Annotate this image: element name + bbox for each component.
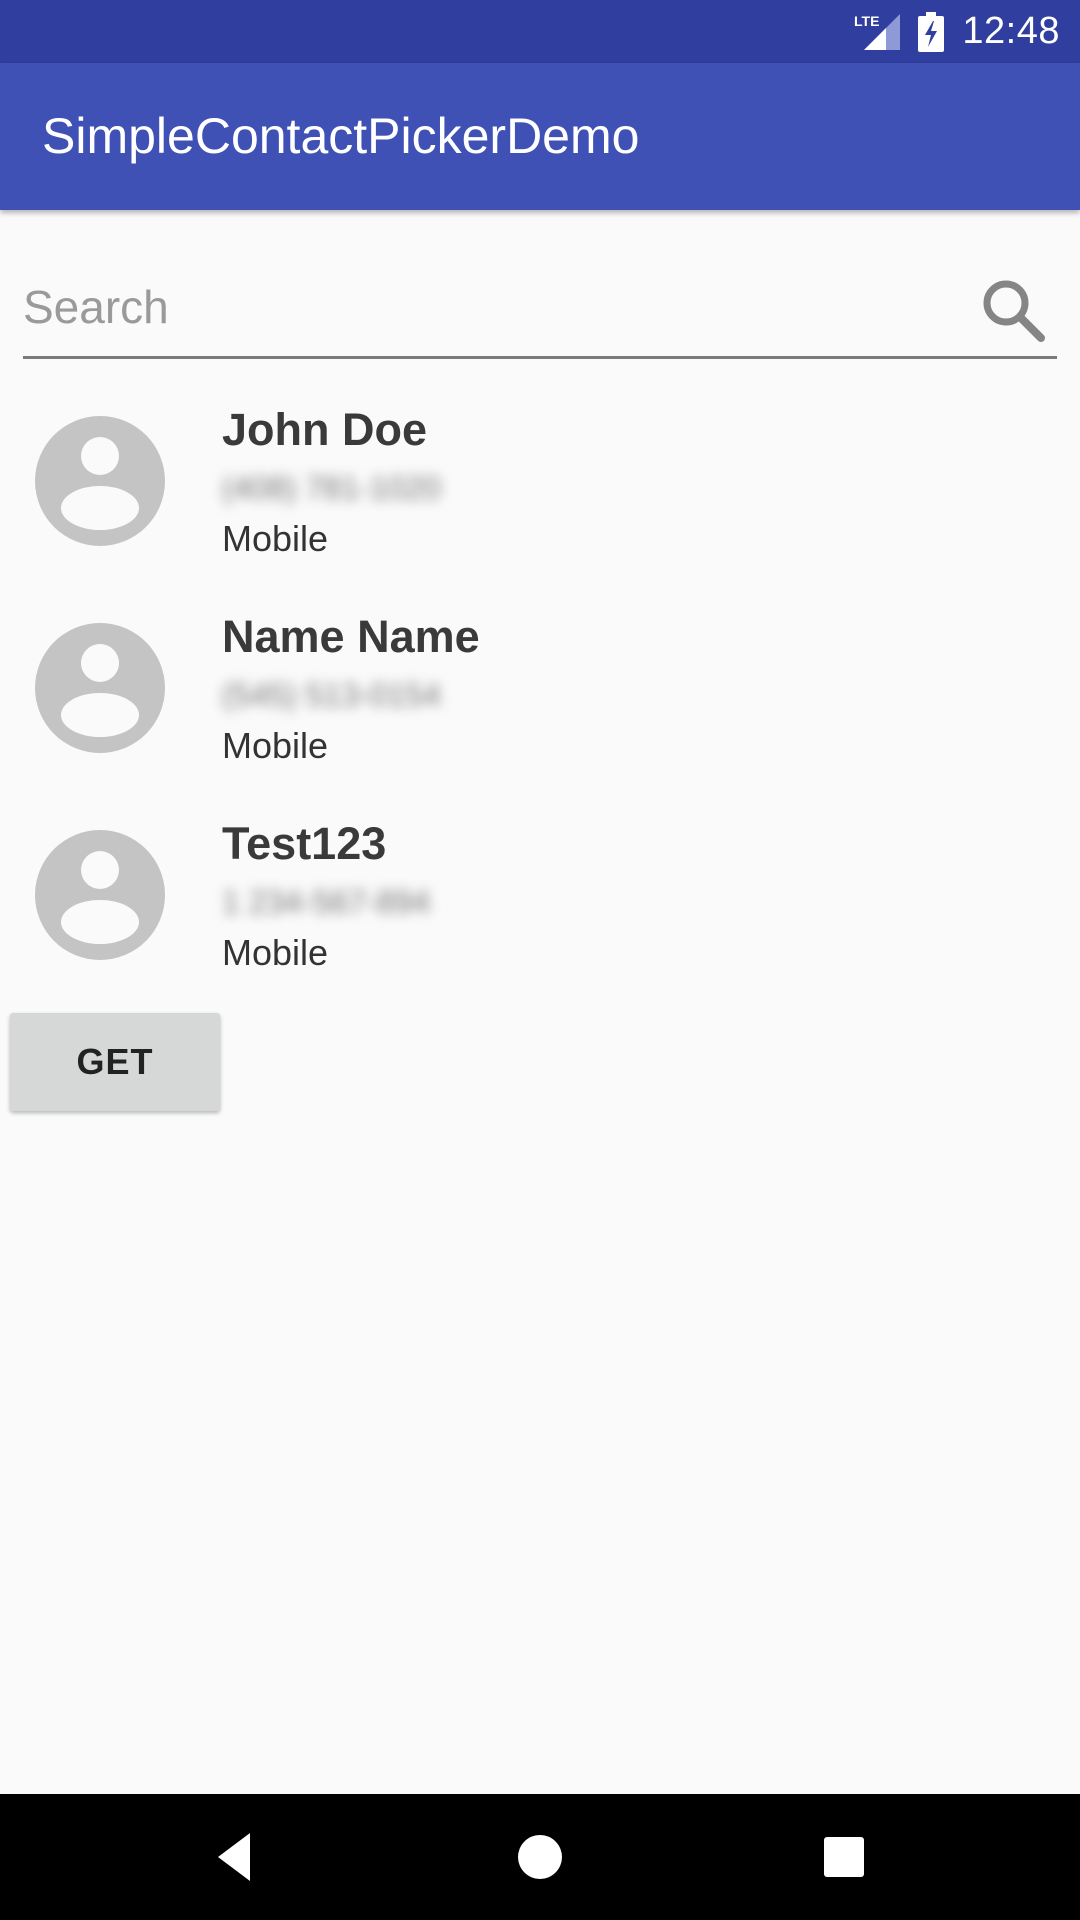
status-icons: LTE 12:48 bbox=[854, 0, 1060, 63]
contact-phone: 1 234-567-894 bbox=[222, 884, 431, 920]
app-bar: SimpleContactPickerDemo bbox=[0, 63, 1080, 210]
contact-phone-type: Mobile bbox=[222, 932, 329, 973]
battery-charging-icon bbox=[918, 11, 945, 52]
avatar-icon bbox=[35, 830, 165, 960]
app-title: SimpleContactPickerDemo bbox=[42, 108, 640, 164]
contact-row[interactable]: John Doe (408) 781-1020 Mobile bbox=[0, 390, 1080, 597]
contact-row[interactable]: Name Name (545) 513-0154 Mobile bbox=[0, 597, 1080, 804]
status-time: 12:48 bbox=[962, 10, 1060, 52]
contact-row[interactable]: Test123 1 234-567-894 Mobile bbox=[0, 804, 1080, 1011]
back-icon[interactable] bbox=[206, 1827, 266, 1887]
contact-list: John Doe (408) 781-1020 Mobile Name Name… bbox=[0, 390, 1080, 1011]
contact-phone-type: Mobile bbox=[222, 725, 329, 766]
status-bar: LTE 12:48 bbox=[0, 0, 1080, 63]
contact-phone: (408) 781-1020 bbox=[222, 470, 441, 506]
contact-name: Name Name bbox=[222, 611, 480, 662]
home-icon[interactable] bbox=[510, 1827, 570, 1887]
navigation-bar bbox=[0, 1794, 1080, 1920]
search-icon[interactable] bbox=[979, 276, 1049, 346]
avatar-icon bbox=[35, 623, 165, 753]
avatar-icon bbox=[35, 416, 165, 546]
get-button[interactable]: GET bbox=[10, 1013, 220, 1111]
network-type-label: LTE bbox=[854, 13, 879, 29]
lte-signal-icon: LTE bbox=[854, 12, 901, 52]
contact-phone-type: Mobile bbox=[222, 518, 329, 559]
recents-icon[interactable] bbox=[814, 1827, 874, 1887]
search-bar bbox=[23, 262, 1057, 359]
search-input[interactable] bbox=[23, 272, 963, 342]
contact-name: John Doe bbox=[222, 404, 428, 455]
contact-name: Test123 bbox=[222, 818, 387, 869]
contact-phone: (545) 513-0154 bbox=[222, 677, 441, 713]
